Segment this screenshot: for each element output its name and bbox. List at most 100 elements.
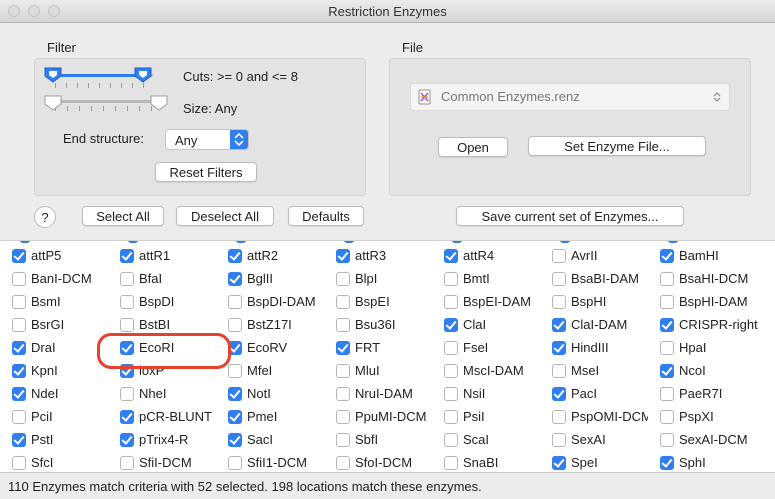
set-enzyme-file-button[interactable]: Set Enzyme File... — [528, 136, 706, 156]
enzyme-checkbox-item[interactable]: pTrix4-R — [108, 429, 216, 451]
checkbox-unchecked-icon[interactable] — [660, 410, 674, 424]
checkbox-checked-icon[interactable] — [444, 249, 458, 263]
enzyme-checkbox-item[interactable]: NheI — [108, 383, 216, 405]
select-all-button[interactable]: Select All — [82, 206, 164, 226]
enzyme-checkbox-item[interactable]: BspHI-DAM — [648, 291, 775, 313]
enzyme-checkbox-item[interactable]: FRT — [324, 337, 432, 359]
cuts-max-thumb[interactable] — [133, 67, 153, 83]
checkbox-checked-icon[interactable] — [552, 341, 566, 355]
enzyme-checkbox-item[interactable]: BstZ17I — [216, 314, 324, 336]
enzyme-checkbox-item[interactable]: SexAI-DCM — [648, 429, 775, 451]
checkbox-unchecked-icon[interactable] — [12, 318, 26, 332]
enzyme-checkbox-item[interactable]: ClaI — [432, 314, 540, 336]
checkbox-unchecked-icon[interactable] — [660, 387, 674, 401]
enzyme-checkbox-item[interactable]: SphI — [648, 452, 775, 473]
enzyme-checkbox-item[interactable]: MscI-DAM — [432, 360, 540, 382]
enzyme-checkbox-item[interactable]: PciI — [0, 406, 108, 428]
enzyme-checkbox-item[interactable]: attR3 — [324, 245, 432, 267]
checkbox-unchecked-icon[interactable] — [444, 410, 458, 424]
enzyme-checkbox-item[interactable]: MluI — [324, 360, 432, 382]
checkbox-unchecked-icon[interactable] — [660, 433, 674, 447]
enzyme-checkbox-item[interactable]: PpuMI-DCM — [324, 406, 432, 428]
checkbox-checked-icon[interactable] — [12, 433, 26, 447]
enzyme-checkbox-item[interactable]: attP5 — [0, 245, 108, 267]
enzyme-checkbox-item[interactable]: Bsu36I — [324, 314, 432, 336]
help-button[interactable]: ? — [34, 206, 56, 228]
open-button[interactable]: Open — [438, 137, 508, 157]
enzyme-checkbox-item[interactable]: ScaI — [432, 429, 540, 451]
checkbox-unchecked-icon[interactable] — [336, 456, 350, 470]
checkbox-unchecked-icon[interactable] — [120, 295, 134, 309]
enzyme-checkbox-item[interactable]: NdeI — [0, 383, 108, 405]
enzyme-checkbox-item[interactable]: MfeI — [216, 360, 324, 382]
reset-filters-button[interactable]: Reset Filters — [155, 162, 257, 182]
enzyme-checkbox-item[interactable]: PacI — [540, 383, 648, 405]
checkbox-unchecked-icon[interactable] — [444, 433, 458, 447]
enzyme-checkbox-item[interactable]: BsaHI-DCM — [648, 268, 775, 290]
enzyme-checkbox-item[interactable]: PstI — [0, 429, 108, 451]
enzyme-checkbox-item[interactable]: BanI-DCM — [0, 268, 108, 290]
enzyme-checkbox-item[interactable]: SbfI — [324, 429, 432, 451]
enzyme-checkbox-item[interactable]: NsiI — [432, 383, 540, 405]
checkbox-checked-icon[interactable] — [228, 249, 242, 263]
checkbox-checked-icon[interactable] — [12, 387, 26, 401]
checkbox-unchecked-icon[interactable] — [552, 410, 566, 424]
checkbox-unchecked-icon[interactable] — [660, 272, 674, 286]
end-structure-select[interactable]: Any — [165, 129, 249, 150]
enzyme-checkbox-item[interactable]: EcoRI — [108, 337, 216, 359]
checkbox-checked-icon[interactable] — [660, 249, 674, 263]
deselect-all-button[interactable]: Deselect All — [176, 206, 274, 226]
enzyme-checkbox-item[interactable]: SfiI-DCM — [108, 452, 216, 473]
checkbox-checked-icon[interactable] — [228, 341, 242, 355]
checkbox-unchecked-icon[interactable] — [336, 318, 350, 332]
checkbox-checked-icon[interactable] — [120, 249, 134, 263]
checkbox-unchecked-icon[interactable] — [12, 410, 26, 424]
checkbox-checked-icon[interactable] — [120, 433, 134, 447]
enzyme-checkbox-item[interactable]: BsmI — [0, 291, 108, 313]
enzyme-checkbox-item[interactable]: BspEI-DAM — [432, 291, 540, 313]
enzyme-file-select[interactable]: Common Enzymes.renz — [410, 83, 730, 111]
enzyme-checkbox-item[interactable]: SfiI1-DCM — [216, 452, 324, 473]
defaults-button[interactable]: Defaults — [288, 206, 364, 226]
enzyme-checkbox-item[interactable]: HindIII — [540, 337, 648, 359]
enzyme-checkbox-item[interactable]: SpeI — [540, 452, 648, 473]
checkbox-checked-icon[interactable] — [228, 433, 242, 447]
enzyme-checkbox-item[interactable]: PsiI — [432, 406, 540, 428]
checkbox-unchecked-icon[interactable] — [552, 249, 566, 263]
checkbox-unchecked-icon[interactable] — [552, 364, 566, 378]
checkbox-unchecked-icon[interactable] — [336, 433, 350, 447]
checkbox-unchecked-icon[interactable] — [228, 318, 242, 332]
checkbox-checked-icon[interactable] — [120, 364, 134, 378]
checkbox-unchecked-icon[interactable] — [444, 387, 458, 401]
checkbox-unchecked-icon[interactable] — [120, 272, 134, 286]
checkbox-checked-icon[interactable] — [552, 387, 566, 401]
enzyme-checkbox-item[interactable]: PspXI — [648, 406, 775, 428]
checkbox-checked-icon[interactable] — [552, 456, 566, 470]
enzyme-checkbox-item[interactable]: BglII — [216, 268, 324, 290]
enzyme-checkbox-item[interactable]: attR2 — [216, 245, 324, 267]
checkbox-checked-icon[interactable] — [120, 341, 134, 355]
enzyme-checkbox-item[interactable]: PaeR7I — [648, 383, 775, 405]
checkbox-unchecked-icon[interactable] — [228, 295, 242, 309]
enzyme-checkbox-item[interactable]: pCR-BLUNT — [108, 406, 216, 428]
checkbox-unchecked-icon[interactable] — [336, 272, 350, 286]
checkbox-checked-icon[interactable] — [660, 318, 674, 332]
enzyme-checkbox-item[interactable]: SfcI — [0, 452, 108, 473]
size-max-thumb[interactable] — [149, 95, 169, 111]
checkbox-unchecked-icon[interactable] — [552, 433, 566, 447]
checkbox-unchecked-icon[interactable] — [660, 295, 674, 309]
checkbox-unchecked-icon[interactable] — [120, 456, 134, 470]
enzyme-checkbox-item[interactable]: BstBI — [108, 314, 216, 336]
enzyme-checkbox-item[interactable]: BsrGI — [0, 314, 108, 336]
checkbox-unchecked-icon[interactable] — [552, 295, 566, 309]
checkbox-checked-icon[interactable] — [12, 341, 26, 355]
enzyme-checkbox-item[interactable]: AvrII — [540, 245, 648, 267]
size-min-thumb[interactable] — [43, 95, 63, 111]
checkbox-checked-icon[interactable] — [336, 249, 350, 263]
enzyme-checkbox-item[interactable]: BfaI — [108, 268, 216, 290]
checkbox-unchecked-icon[interactable] — [228, 456, 242, 470]
checkbox-checked-icon[interactable] — [228, 410, 242, 424]
enzyme-checkbox-item[interactable]: PmeI — [216, 406, 324, 428]
checkbox-checked-icon[interactable] — [120, 410, 134, 424]
checkbox-unchecked-icon[interactable] — [12, 295, 26, 309]
